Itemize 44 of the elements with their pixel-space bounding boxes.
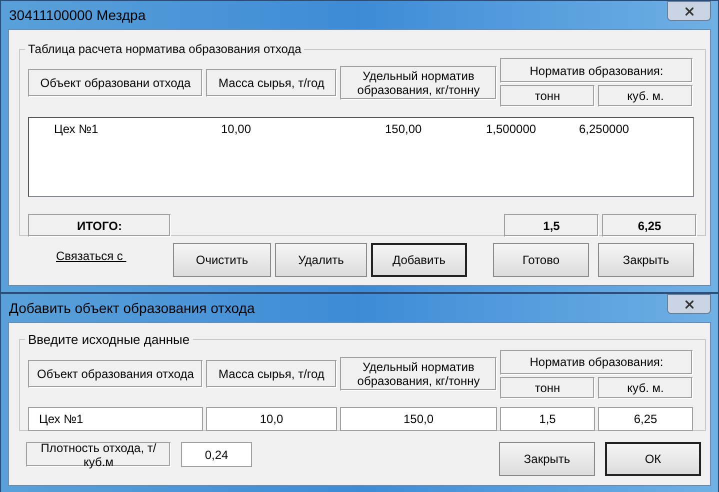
- list-cell-text: Цех №1: [53, 121, 100, 134]
- total-value: 6,25: [602, 214, 697, 237]
- input-field[interactable]: 1,5: [500, 406, 595, 430]
- close-icon: [682, 298, 696, 310]
- density-label: Плотность отхода, т/куб.м: [26, 442, 171, 467]
- column-header: Норматив образования:: [500, 58, 693, 83]
- input-field[interactable]: 6,25: [598, 406, 693, 430]
- dialog-button[interactable]: Добавить: [371, 243, 467, 277]
- column-header: Объект образовани отхода: [28, 68, 203, 96]
- contact-link[interactable]: Связаться с: [56, 247, 173, 265]
- window-title: Добавить объект образования отхода: [9, 298, 255, 318]
- column-header: Масса сырья, т/год: [206, 360, 337, 388]
- dialog-button[interactable]: Закрыть: [499, 442, 595, 476]
- density-field[interactable]: 0,24: [181, 442, 252, 467]
- group-title: Введите исходные данные: [27, 331, 191, 349]
- list-cell-text: 1,500000: [486, 121, 538, 134]
- window-title: 30411100000 Мездра: [9, 6, 146, 25]
- list-cell-text: 10,00: [221, 121, 252, 134]
- column-header: куб. м.: [598, 376, 693, 398]
- column-header: куб. м.: [598, 85, 693, 107]
- close-icon: [682, 4, 696, 18]
- list-box[interactable]: Цех №1 10,00 150,00 1,500000 6,250000: [28, 117, 694, 197]
- list-cell-text: 150,00: [385, 121, 423, 134]
- dialog-button[interactable]: Закрыть: [598, 243, 694, 277]
- column-header: Масса сырья, т/год: [206, 68, 337, 96]
- dialog-button[interactable]: Готово: [493, 243, 589, 277]
- close-button[interactable]: [667, 294, 711, 314]
- column-header: Объект образования отхода: [28, 360, 203, 388]
- list-cell-text: 6,250000: [579, 121, 630, 134]
- dialog-button[interactable]: ОК: [605, 442, 701, 476]
- input-field[interactable]: 10,0: [206, 406, 337, 430]
- column-header: Удельный норматив образования, кг/тонну: [340, 66, 497, 100]
- total-value: 1,5: [504, 214, 599, 237]
- input-field[interactable]: 150,0: [340, 406, 497, 430]
- input-field[interactable]: Цех №1: [28, 406, 203, 430]
- column-header: тонн: [500, 376, 595, 398]
- close-button[interactable]: [667, 1, 711, 21]
- total-label: ИТОГО:: [28, 214, 171, 237]
- column-header: Удельный норматив образования, кг/тонну: [340, 357, 497, 391]
- column-header: тонн: [500, 85, 595, 107]
- column-header: Норматив образования:: [500, 350, 693, 374]
- dialog-button[interactable]: Удалить: [275, 243, 367, 277]
- group-title: Таблица расчета норматива образования отхода: [27, 41, 302, 58]
- dialog-button[interactable]: Очистить: [173, 243, 271, 277]
